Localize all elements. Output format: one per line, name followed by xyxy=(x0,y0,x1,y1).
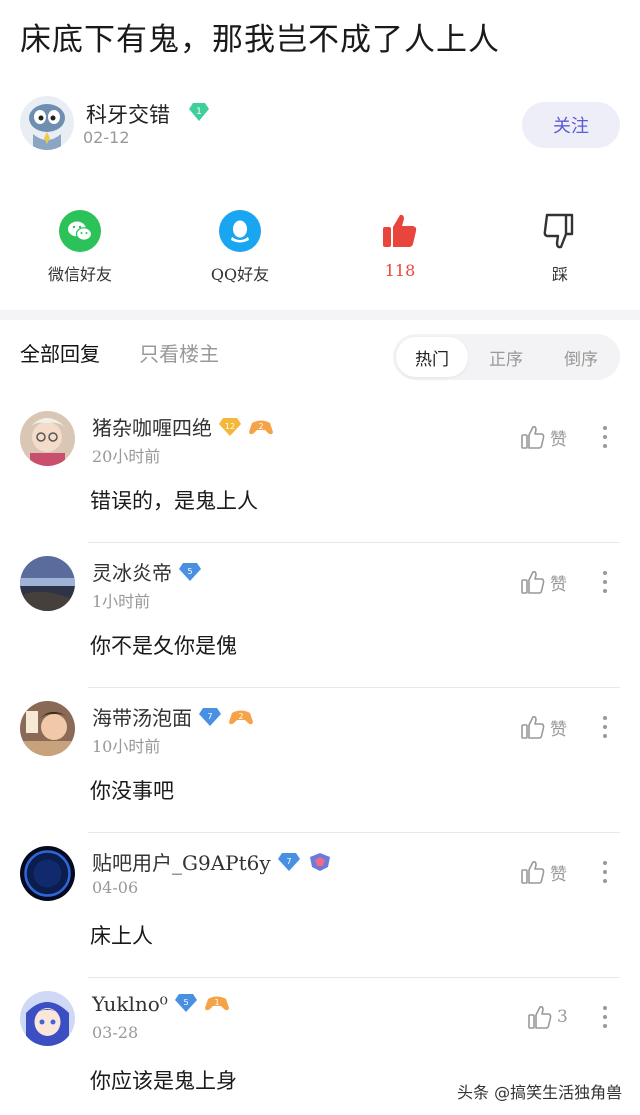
comment-like-button[interactable]: 赞 xyxy=(520,859,567,885)
comment-time: 10小时前 xyxy=(92,737,161,756)
tab-all-replies[interactable]: 全部回复 xyxy=(20,338,100,367)
more-options-icon[interactable] xyxy=(598,716,612,742)
commenter-avatar[interactable] xyxy=(20,991,75,1046)
sort-descending[interactable]: 倒序 xyxy=(545,337,617,377)
comment-text: 错误的，是鬼上人 xyxy=(90,489,258,513)
qq-icon xyxy=(219,210,261,252)
level-badge: 7 xyxy=(277,852,301,877)
svg-text:7: 7 xyxy=(207,712,212,721)
section-divider xyxy=(0,310,640,320)
commenter-name[interactable]: 猪杂咖喱四绝 12 2 xyxy=(92,412,274,442)
level-badge: 7 xyxy=(198,707,222,732)
svg-text:5: 5 xyxy=(183,998,188,1007)
like-button[interactable]: 118 xyxy=(340,210,460,280)
level-badge: 5 xyxy=(178,562,202,587)
comment-like-button[interactable]: 3 xyxy=(527,1004,568,1030)
level-badge: 5 xyxy=(174,993,198,1018)
thumbs-up-outline-icon xyxy=(521,571,545,594)
commenter-name-text: 猪杂咖喱四绝 xyxy=(92,416,212,440)
level-badge: 12 xyxy=(218,417,242,442)
commenter-name-text: Yuklno⁰ xyxy=(92,992,168,1016)
thumbs-up-outline-icon xyxy=(528,1006,552,1029)
svg-text:1: 1 xyxy=(214,998,219,1007)
comment-time: 04-06 xyxy=(92,878,139,897)
svg-text:12: 12 xyxy=(225,422,235,431)
follow-button[interactable]: 关注 xyxy=(522,102,620,148)
comment-like-button[interactable]: 赞 xyxy=(520,569,567,595)
more-options-icon[interactable] xyxy=(598,1006,612,1032)
comment-like-label: 赞 xyxy=(550,864,567,885)
thumbs-up-outline-icon xyxy=(521,426,545,449)
thumbs-down-icon xyxy=(539,210,581,252)
comment-item: 海带汤泡面 7 2 10小时前 你没事吧 赞 xyxy=(0,688,640,833)
action-row: 微信好友 QQ好友 118 踩 xyxy=(0,210,640,290)
comment-time: 1小时前 xyxy=(92,592,151,611)
commenter-avatar[interactable] xyxy=(20,556,75,611)
commenter-avatar[interactable] xyxy=(20,701,75,756)
commenter-name-text: 灵冰炎帝 xyxy=(92,561,172,585)
watermark: 头条 @搞笑生活独角兽 xyxy=(457,1083,623,1102)
sort-ascending[interactable]: 正序 xyxy=(470,337,542,377)
author-name[interactable]: 科牙交错 xyxy=(86,99,170,129)
share-wechat-button[interactable]: 微信好友 xyxy=(20,210,140,285)
thumbs-up-outline-icon xyxy=(521,716,545,739)
comment-item: 贴吧用户_G9APt6y 7 04-06 床上人 赞 xyxy=(0,833,640,978)
game-controller-icon: 2 xyxy=(248,417,274,442)
share-wechat-label: 微信好友 xyxy=(47,265,112,284)
comment-text: 床上人 xyxy=(90,924,153,948)
commenter-name-text: 海带汤泡面 xyxy=(92,706,192,730)
svg-text:2: 2 xyxy=(238,712,243,721)
commenter-name[interactable]: Yuklno⁰ 5 1 xyxy=(92,992,230,1018)
commenter-name-text: 贴吧用户_G9APt6y xyxy=(92,851,271,875)
comment-time: 03-28 xyxy=(92,1023,139,1042)
comment-item: 猪杂咖喱四绝 12 2 20小时前 错误的，是鬼上人 赞 xyxy=(0,398,640,543)
author-row: 科牙交错 1 02-12 关注 xyxy=(20,96,620,156)
comment-text: 你不是夂你是傀 xyxy=(90,634,237,658)
post-date: 02-12 xyxy=(83,128,130,147)
comment-item: 灵冰炎帝 5 1小时前 你不是夂你是傀 赞 xyxy=(0,543,640,688)
comment-like-label: 赞 xyxy=(550,429,567,450)
tab-op-only[interactable]: 只看楼主 xyxy=(139,338,219,367)
post-title: 床底下有鬼，那我岂不成了人上人 xyxy=(20,22,500,58)
game-controller-icon: 1 xyxy=(204,993,230,1018)
more-options-icon[interactable] xyxy=(598,571,612,597)
comment-time: 20小时前 xyxy=(92,447,161,466)
shield-badge-icon xyxy=(307,852,333,877)
comment-like-count: 3 xyxy=(557,1007,568,1027)
comment-text: 你没事吧 xyxy=(90,779,174,803)
commenter-name[interactable]: 贴吧用户_G9APt6y 7 xyxy=(92,847,333,877)
wechat-icon xyxy=(59,210,101,252)
comment-like-button[interactable]: 赞 xyxy=(520,424,567,450)
svg-text:1: 1 xyxy=(196,107,202,117)
more-options-icon[interactable] xyxy=(598,861,612,887)
comment-like-button[interactable]: 赞 xyxy=(520,714,567,740)
comment-like-label: 赞 xyxy=(550,719,567,740)
like-count: 118 xyxy=(384,261,416,280)
level-badge: 1 xyxy=(188,102,210,126)
commenter-avatar[interactable] xyxy=(20,846,75,901)
share-qq-button[interactable]: QQ好友 xyxy=(180,210,300,285)
game-controller-icon: 2 xyxy=(228,707,254,732)
reply-filter-tabs: 全部回复 只看楼主 xyxy=(20,338,253,367)
comment-like-label: 赞 xyxy=(550,574,567,595)
thumbs-up-icon xyxy=(379,210,421,252)
sort-toggle: 热门 正序 倒序 xyxy=(393,334,620,380)
share-qq-label: QQ好友 xyxy=(210,265,270,284)
svg-text:2: 2 xyxy=(258,422,263,431)
commenter-avatar[interactable] xyxy=(20,411,75,466)
commenter-name[interactable]: 灵冰炎帝 5 xyxy=(92,557,202,587)
thumbs-up-outline-icon xyxy=(521,861,545,884)
comment-text: 你应该是鬼上身 xyxy=(90,1069,237,1093)
author-avatar[interactable] xyxy=(20,96,74,150)
sort-hot[interactable]: 热门 xyxy=(396,337,468,377)
svg-text:5: 5 xyxy=(187,567,192,576)
more-options-icon[interactable] xyxy=(598,426,612,452)
svg-text:7: 7 xyxy=(286,857,291,866)
dislike-button[interactable]: 踩 xyxy=(500,210,620,285)
dislike-label: 踩 xyxy=(551,265,568,284)
commenter-name[interactable]: 海带汤泡面 7 2 xyxy=(92,702,254,732)
